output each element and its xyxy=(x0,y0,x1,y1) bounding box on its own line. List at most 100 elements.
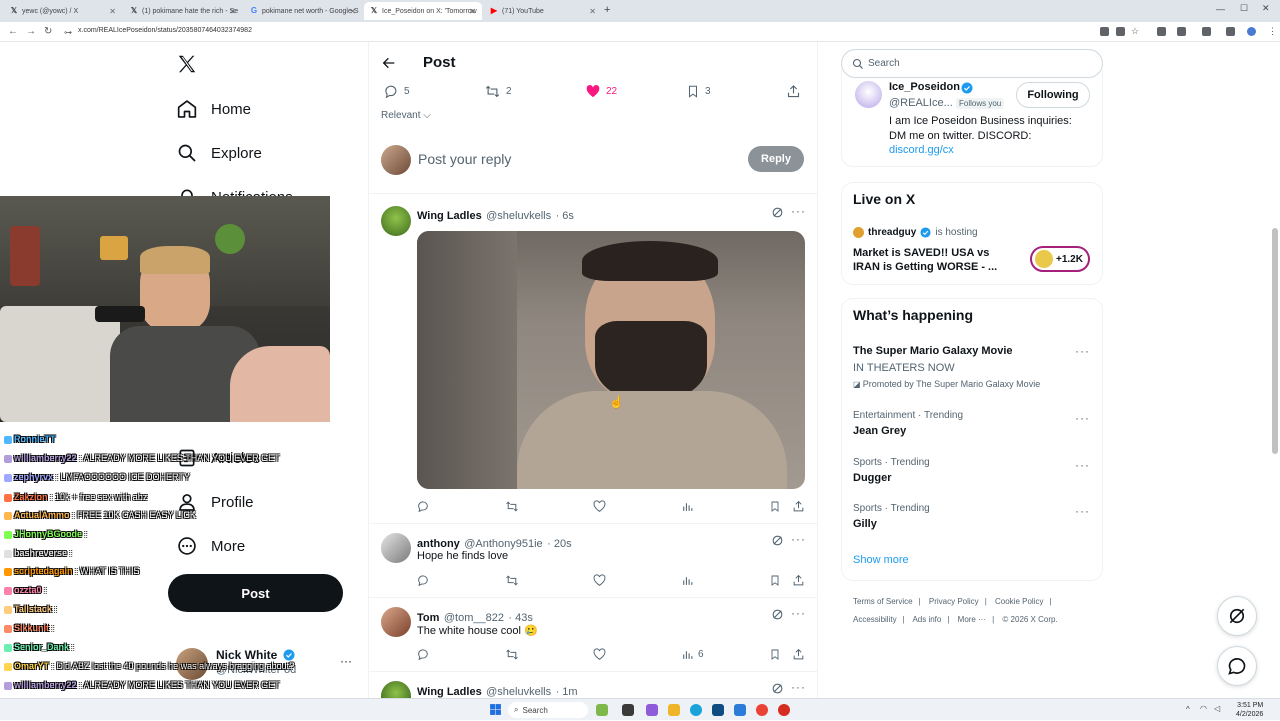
share-icon[interactable] xyxy=(792,500,805,513)
extension-icon[interactable] xyxy=(1202,27,1211,36)
reply-icon[interactable] xyxy=(417,500,430,513)
author-handle[interactable]: @sheluvkells xyxy=(486,686,551,698)
star-icon[interactable]: ☆ xyxy=(1131,26,1139,37)
messages-button[interactable] xyxy=(1217,646,1257,686)
more-icon[interactable]: ··· xyxy=(791,680,806,694)
extension-icon[interactable] xyxy=(1116,27,1125,36)
author-name[interactable]: Tom xyxy=(417,612,439,624)
footer-link[interactable]: Ads info xyxy=(912,615,941,624)
avatar[interactable] xyxy=(855,81,882,108)
trend-title[interactable]: Jean Grey xyxy=(853,425,906,437)
back-icon[interactable]: ← xyxy=(8,26,18,37)
close-icon[interactable]: ✕ xyxy=(109,7,116,16)
live-listeners-pill[interactable]: +1.2K xyxy=(1030,246,1090,272)
scrollbar-thumb[interactable] xyxy=(1272,228,1278,454)
live-host-row[interactable]: threadguy is hosting xyxy=(853,227,978,238)
site-info-icon[interactable]: ⊶ xyxy=(64,28,72,37)
more-icon[interactable]: ··· xyxy=(1075,411,1090,425)
footer-link[interactable]: Privacy Policy xyxy=(929,597,979,606)
tweet-video[interactable]: ☝ xyxy=(417,231,805,489)
nav-explore[interactable]: Explore xyxy=(176,139,262,167)
clock[interactable]: 3:51 PM 4/2/2026 xyxy=(1236,701,1263,719)
share-icon[interactable] xyxy=(792,648,805,661)
more-icon[interactable]: ··· xyxy=(791,532,806,546)
windows-start-icon[interactable] xyxy=(489,703,502,721)
tab-5[interactable]: ▶ (71) YouTube ✕ xyxy=(484,2,602,20)
close-icon[interactable]: ✕ xyxy=(349,7,356,16)
timestamp[interactable]: · 6s xyxy=(556,210,574,222)
bookmark-icon[interactable] xyxy=(769,574,781,587)
minimize-icon[interactable]: — xyxy=(1216,4,1225,14)
sort-dropdown[interactable]: Relevant ⌵ xyxy=(381,110,431,121)
extension-icon[interactable] xyxy=(1226,27,1235,36)
reply-count-button[interactable]: 5 xyxy=(384,84,410,99)
extension-icon[interactable] xyxy=(1157,27,1166,36)
timestamp[interactable]: · 20s xyxy=(547,538,571,550)
more-icon[interactable]: ··· xyxy=(791,606,806,620)
reply-icon[interactable] xyxy=(417,574,430,587)
repost-icon[interactable] xyxy=(505,500,519,513)
author-name[interactable]: anthony xyxy=(417,538,460,550)
more-icon[interactable]: ··· xyxy=(1075,344,1090,358)
search-input[interactable]: Search xyxy=(868,58,900,69)
bookmark-icon[interactable] xyxy=(769,500,781,513)
heart-icon[interactable] xyxy=(593,574,606,587)
chrome-icon[interactable] xyxy=(756,704,768,716)
heart-icon[interactable] xyxy=(593,500,606,513)
footer-link[interactable]: More ··· xyxy=(958,615,986,624)
forward-icon[interactable]: → xyxy=(26,26,36,37)
tab-4[interactable]: 𝕏 Ice_Poseidon on X: 'Tomorrow ✕ xyxy=(364,2,482,20)
like-count-button[interactable]: 22 xyxy=(585,84,617,99)
url-field[interactable]: x.com/REALIcePoseidon/status/20358074640… xyxy=(78,27,252,34)
profile-link[interactable]: discord.gg/cx xyxy=(889,144,954,156)
new-tab-icon[interactable]: + xyxy=(604,4,610,16)
views-button[interactable]: 6 xyxy=(681,648,704,661)
task-view-icon[interactable] xyxy=(622,704,634,716)
bookmark-icon[interactable] xyxy=(769,648,781,661)
author-name[interactable]: Wing Ladles xyxy=(417,686,482,698)
show-more-link[interactable]: Show more xyxy=(853,554,909,566)
close-icon[interactable]: ✕ xyxy=(589,7,596,16)
grok-icon[interactable] xyxy=(771,534,784,552)
widget-icon[interactable] xyxy=(596,704,608,716)
close-window-icon[interactable]: ✕ xyxy=(1262,3,1270,14)
author-handle[interactable]: @sheluvkells xyxy=(486,210,551,222)
taskbar-search[interactable]: ⌕ Search xyxy=(508,702,588,718)
tab-2[interactable]: 𝕏 (1) pokimane hate the rich - Se ✕ xyxy=(124,2,242,20)
close-icon[interactable]: ✕ xyxy=(469,7,476,16)
app-icon[interactable] xyxy=(646,704,658,716)
volume-icon[interactable]: ◁ xyxy=(1214,704,1220,713)
maximize-icon[interactable]: ☐ xyxy=(1240,3,1248,14)
reload-icon[interactable]: ↻ xyxy=(44,26,52,37)
promo-title[interactable]: The Super Mario Galaxy Movie xyxy=(853,345,1013,357)
close-icon[interactable]: ✕ xyxy=(229,7,236,16)
trend-title[interactable]: Dugger xyxy=(853,472,892,484)
repost-icon[interactable] xyxy=(505,574,519,587)
reply-button[interactable]: Reply xyxy=(748,146,804,172)
reply-input[interactable]: Post your reply xyxy=(418,151,511,167)
footer-link[interactable]: Terms of Service xyxy=(853,597,913,606)
grok-button[interactable] xyxy=(1217,596,1257,636)
author-handle[interactable]: @tom__822 xyxy=(444,612,504,624)
live-headline[interactable]: Market is SAVED!! USA vs IRAN is Getting… xyxy=(853,246,997,274)
repost-icon[interactable] xyxy=(505,648,519,661)
tab-1[interactable]: 𝕏 yewc (@yowc) / X ✕ xyxy=(4,2,122,20)
app-icon[interactable] xyxy=(712,704,724,716)
chevron-up-icon[interactable]: ^ xyxy=(1186,705,1190,714)
menu-icon[interactable]: ⋮ xyxy=(1268,26,1277,37)
footer-link[interactable]: Cookie Policy xyxy=(995,597,1043,606)
file-explorer-icon[interactable] xyxy=(668,704,680,716)
profile-name[interactable]: Ice_Poseidon xyxy=(889,81,960,93)
x-logo-icon[interactable] xyxy=(176,53,198,80)
views-icon[interactable] xyxy=(681,500,694,513)
following-button[interactable]: Following xyxy=(1016,82,1090,108)
author-name[interactable]: Wing Ladles xyxy=(417,210,482,222)
reply-icon[interactable] xyxy=(417,648,430,661)
more-icon[interactable]: ··· xyxy=(1075,504,1090,518)
profile-icon[interactable] xyxy=(1247,27,1256,36)
app-icon[interactable] xyxy=(734,704,746,716)
repost-count-button[interactable]: 2 xyxy=(484,84,512,99)
app-icon[interactable] xyxy=(778,704,790,716)
bookmark-count-button[interactable]: 3 xyxy=(686,84,711,99)
grok-icon[interactable] xyxy=(771,206,784,224)
